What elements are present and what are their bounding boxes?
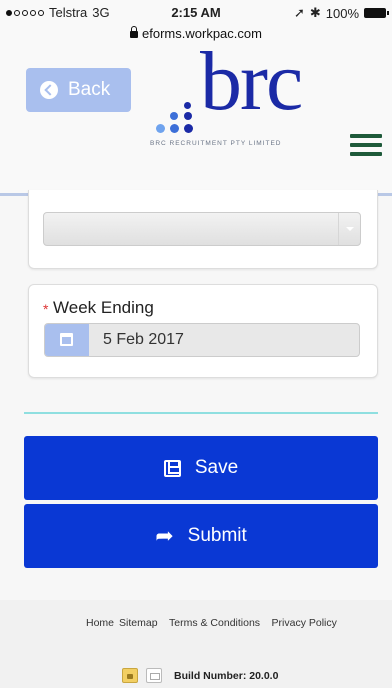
address-bar[interactable]: eforms.workpac.com [0, 26, 392, 48]
logo-dots-icon [148, 86, 208, 136]
required-marker: * [43, 301, 49, 317]
chevron-down-icon [338, 213, 360, 245]
back-button-label: Back [68, 79, 111, 100]
save-icon [163, 459, 181, 477]
brc-logo: brc BRC RECRUITMENT PTY LIMITED [148, 40, 328, 158]
calendar-icon [60, 333, 73, 346]
status-bar: Telstra 3G 2:15 AM ➚ ✱ 100% [0, 0, 392, 26]
battery-percent: 100% [325, 5, 359, 21]
save-button-label: Save [194, 457, 239, 478]
week-ending-date-field[interactable]: 5 Feb 2017 [44, 323, 360, 357]
form-section-week-ending: * Week Ending 5 Feb 2017 [28, 284, 378, 378]
battery-icon [364, 8, 389, 18]
back-button[interactable]: Back [26, 68, 131, 112]
week-ending-value: 5 Feb 2017 [103, 331, 184, 348]
status-icons: ➚ ✱ 100% [293, 5, 389, 21]
submit-button-label: Submit [187, 525, 247, 546]
footer-link-terms[interactable]: Terms & Conditions [163, 617, 267, 629]
logo-subtitle: BRC RECRUITMENT PTY LIMITED [150, 140, 282, 147]
footer-link-home[interactable]: Home [86, 617, 114, 629]
footer-link-sitemap[interactable]: Sitemap [119, 617, 158, 629]
footer-link-privacy[interactable]: Privacy Policy [272, 617, 337, 629]
secure-lock-icon [130, 26, 139, 38]
build-info: Build Number: 20.0.0 [122, 668, 278, 683]
back-arrow-icon [40, 81, 58, 99]
location-icon: ➚ [293, 5, 305, 20]
submit-button[interactable]: ➦ Submit [24, 504, 378, 568]
bluetooth-icon: ✱ [309, 5, 321, 20]
lock-icon[interactable] [122, 668, 138, 683]
share-icon: ➦ [155, 523, 174, 548]
save-button[interactable]: Save [24, 436, 378, 500]
footer-links: Home Sitemap Terms & Conditions Privacy … [86, 617, 346, 629]
calendar-button[interactable] [45, 324, 89, 356]
site-header: Back brc BRC RECRUITMENT PTY LIMITED [0, 40, 392, 196]
dropdown-select[interactable] [43, 212, 361, 246]
week-ending-label: Week Ending [53, 298, 154, 317]
form-section-select [28, 190, 378, 269]
menu-icon[interactable] [350, 134, 382, 156]
build-number: Build Number: 20.0.0 [174, 669, 279, 682]
site-footer: Home Sitemap Terms & Conditions Privacy … [0, 600, 392, 688]
logo-wordmark: brc [200, 35, 303, 128]
mail-icon[interactable] [146, 668, 162, 683]
section-divider [24, 412, 378, 414]
